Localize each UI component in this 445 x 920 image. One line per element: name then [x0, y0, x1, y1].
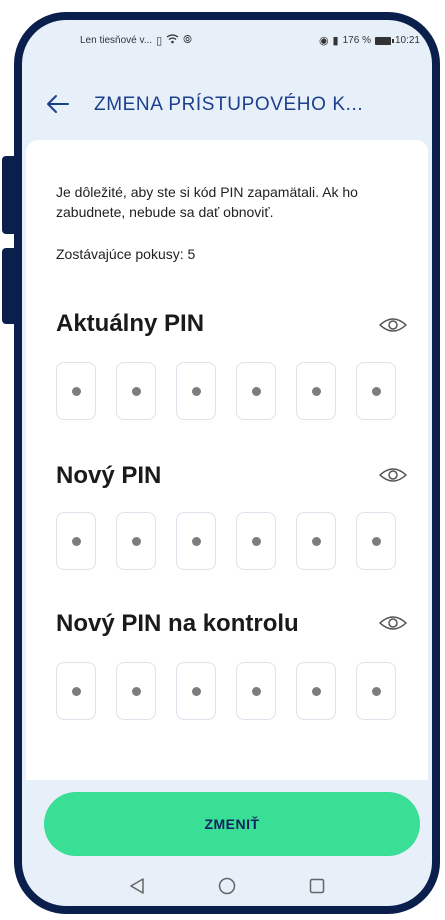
pin-dot — [251, 386, 261, 396]
content-card: Je dôležité, aby ste si kód PIN zapamäta… — [26, 140, 428, 780]
pin-digit-box[interactable] — [116, 512, 156, 570]
pin-dot — [191, 686, 201, 696]
eye-icon[interactable] — [378, 614, 408, 632]
change-pin-button[interactable]: ZMENIŤ — [44, 792, 420, 856]
app-header: ZMENA PRÍSTUPOVÉHO K... — [22, 84, 432, 124]
pin-digit-box[interactable] — [56, 662, 96, 720]
pin-digit-box[interactable] — [116, 362, 156, 420]
pin-dot — [191, 386, 201, 396]
pin-digit-box[interactable] — [356, 662, 396, 720]
pin-digit-box[interactable] — [176, 512, 216, 570]
wifi-icon — [166, 34, 179, 47]
status-left: Len tiesňové v... ▯ ⦾ — [80, 34, 192, 47]
status-bar: Len tiesňové v... ▯ ⦾ ◉ ▮ 176 % 10:21 — [22, 20, 432, 60]
back-triangle-icon[interactable] — [127, 876, 147, 896]
pin-dot — [251, 536, 261, 546]
eye-status-icon: ◉ — [318, 35, 329, 47]
pin-digit-box[interactable] — [176, 662, 216, 720]
status-right: ◉ ▮ 176 % 10:21 — [319, 34, 420, 47]
signal-icon: ⦾ — [183, 34, 192, 46]
pin-dot — [191, 536, 201, 546]
pin-dot — [371, 686, 381, 696]
pin-digit-box[interactable] — [356, 362, 396, 420]
new-pin-input[interactable] — [56, 512, 396, 570]
eye-icon[interactable] — [378, 316, 408, 334]
vibrate-icon: ▮ — [332, 35, 339, 47]
pin-digit-box[interactable] — [56, 362, 96, 420]
recents-square-icon[interactable] — [307, 876, 327, 896]
pin-digit-box[interactable] — [356, 512, 396, 570]
info-text: Je dôležité, aby ste si kód PIN zapamäta… — [56, 184, 358, 220]
arrow-left-icon[interactable] — [44, 90, 72, 118]
pin-dot — [131, 686, 141, 696]
pin-digit-box[interactable] — [236, 512, 276, 570]
attempts-text: Zostávajúce pokusy: 5 — [56, 246, 196, 262]
carrier-text: Len tiesňové v... — [80, 35, 153, 46]
confirm-pin-input[interactable] — [56, 662, 396, 720]
pin-digit-box[interactable] — [296, 362, 336, 420]
phone-frame: Len tiesňové v... ▯ ⦾ ◉ ▮ 176 % 10:21 ZM… — [14, 12, 440, 914]
pin-dot — [371, 536, 381, 546]
power-button — [2, 248, 16, 324]
pin-digit-box[interactable] — [296, 512, 336, 570]
home-circle-icon[interactable] — [217, 876, 237, 896]
clock: 10:21 — [394, 35, 420, 46]
pin-dot — [71, 536, 81, 546]
pin-digit-box[interactable] — [296, 662, 336, 720]
current-pin-label: Aktuálny PIN — [56, 310, 205, 337]
current-pin-input[interactable] — [56, 362, 396, 420]
pin-digit-box[interactable] — [116, 662, 156, 720]
sim-icon: ▯ — [156, 35, 163, 47]
battery-percent: 176 % — [342, 35, 371, 46]
pin-dot — [71, 386, 81, 396]
pin-digit-box[interactable] — [236, 362, 276, 420]
pin-dot — [371, 386, 381, 396]
page-title: ZMENA PRÍSTUPOVÉHO K... — [94, 94, 364, 115]
confirm-pin-label: Nový PIN na kontrolu — [56, 610, 299, 637]
pin-dot — [71, 686, 81, 696]
eye-icon[interactable] — [378, 466, 408, 484]
pin-digit-box[interactable] — [56, 512, 96, 570]
pin-digit-box[interactable] — [236, 662, 276, 720]
pin-dot — [311, 386, 321, 396]
pin-dot — [131, 386, 141, 396]
pin-dot — [311, 536, 321, 546]
volume-button — [2, 156, 16, 234]
pin-dot — [311, 686, 321, 696]
pin-dot — [251, 686, 261, 696]
phone-screen: Len tiesňové v... ▯ ⦾ ◉ ▮ 176 % 10:21 ZM… — [22, 20, 432, 906]
battery-icon — [374, 36, 394, 45]
pin-digit-box[interactable] — [176, 362, 216, 420]
system-navbar — [22, 866, 432, 906]
pin-dot — [131, 536, 141, 546]
new-pin-label: Nový PIN — [56, 462, 162, 489]
